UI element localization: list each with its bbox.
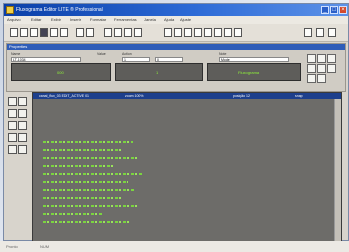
zoom-icon[interactable]: [304, 28, 312, 37]
display-right-text: Fluxograma: [238, 70, 260, 75]
paste-icon[interactable]: [104, 28, 112, 37]
menu-item[interactable]: Ajuste: [180, 17, 191, 22]
display-right: Fluxograma: [207, 63, 301, 81]
link-tool-icon[interactable]: [18, 121, 27, 130]
status-right: NUM: [40, 244, 50, 249]
title-bar: Fluxograma Editor LITE ® Professional _ …: [4, 4, 348, 16]
image-icon[interactable]: [204, 28, 212, 37]
box-tool-icon[interactable]: [8, 133, 17, 142]
minimize-icon[interactable]: _: [321, 6, 329, 14]
new-file-icon[interactable]: [10, 28, 18, 37]
diagram-trace: [43, 149, 123, 151]
field-label: Note: [219, 52, 227, 56]
diagram-trace: [43, 197, 121, 199]
table-icon[interactable]: [124, 28, 132, 37]
canvas-header-item: zoom 100%: [125, 94, 144, 98]
flow-icon[interactable]: [224, 28, 232, 37]
chart-icon[interactable]: [234, 28, 242, 37]
canvas-header-item: posição 12: [233, 94, 250, 98]
menu-item[interactable]: Arquivo: [7, 17, 21, 22]
field-label: Action: [122, 52, 132, 56]
group-icon[interactable]: [194, 28, 202, 37]
diagram-trace: [43, 165, 113, 167]
menu-item[interactable]: Inserir: [70, 17, 81, 22]
window-icon[interactable]: [60, 28, 68, 37]
cut-icon[interactable]: [76, 28, 84, 37]
draw-tool-icon[interactable]: [8, 109, 17, 118]
fill-icon[interactable]: [307, 74, 316, 83]
eraser-icon[interactable]: [317, 74, 326, 83]
value-field[interactable]: 1: [122, 57, 150, 62]
field-label: Value: [97, 52, 106, 56]
diagram-trace: [43, 189, 135, 191]
move-tool-icon[interactable]: [18, 97, 27, 106]
display-left-text: 000: [57, 70, 64, 75]
grid-icon[interactable]: [50, 28, 58, 37]
menu-bar: Arquivo Editar Exibir Inserir Formatar F…: [4, 16, 348, 24]
canvas-header-item: snap: [295, 94, 303, 98]
print-icon[interactable]: [40, 28, 48, 37]
status-left: Pronto: [6, 244, 18, 249]
layers-icon[interactable]: [114, 28, 122, 37]
canvas-header-item: canal_flux_03 EDIT_ACTIVE 01: [39, 94, 89, 98]
connector-icon[interactable]: [327, 64, 336, 73]
ellipse-icon[interactable]: [307, 64, 316, 73]
open-file-icon[interactable]: [20, 28, 28, 37]
menu-item[interactable]: Formatar: [90, 17, 106, 22]
diagram-trace: [43, 205, 139, 207]
menu-item[interactable]: Ferramentas: [114, 17, 137, 22]
status-bar: Pronto NUM: [0, 241, 349, 252]
panel-title: Properties: [7, 44, 345, 50]
align-icon[interactable]: [184, 28, 192, 37]
save-icon[interactable]: [30, 28, 38, 37]
diagram-trace: [43, 181, 128, 183]
zoom-in-tool-icon[interactable]: [8, 145, 17, 154]
field-label: Name: [11, 52, 21, 56]
link-icon[interactable]: [164, 28, 172, 37]
vertical-scrollbar[interactable]: [334, 99, 341, 244]
diagram-trace: [43, 221, 131, 223]
rect-icon[interactable]: [327, 54, 336, 63]
delete-icon[interactable]: [134, 28, 142, 37]
display-middle: 1: [115, 63, 203, 81]
line-icon[interactable]: [317, 54, 326, 63]
diagram-trace: [43, 213, 103, 215]
app-window: Fluxograma Editor LITE ® Professional _ …: [3, 3, 349, 245]
window-title: Fluxograma Editor LITE ® Professional: [16, 7, 103, 13]
menu-item[interactable]: Janela: [144, 17, 156, 22]
copy-icon[interactable]: [86, 28, 94, 37]
left-toolbox: [6, 95, 29, 225]
menu-item[interactable]: Ajuda: [164, 17, 174, 22]
maximize-icon[interactable]: □: [330, 6, 338, 14]
display-left: 000: [11, 63, 111, 81]
shape-icon[interactable]: [214, 28, 222, 37]
menu-item[interactable]: Editar: [31, 17, 41, 22]
zoom-out-tool-icon[interactable]: [18, 145, 27, 154]
diagram-trace: [43, 141, 133, 143]
decision-tool-icon[interactable]: [18, 133, 27, 142]
display-middle-text: 1: [156, 70, 159, 75]
text-icon[interactable]: [174, 28, 182, 37]
name-field[interactable]: LT-1034: [11, 57, 81, 62]
app-icon: [6, 6, 14, 14]
main-toolbar: [4, 24, 348, 42]
pointer-icon[interactable]: [307, 54, 316, 63]
mode-field[interactable]: Mode: [219, 57, 289, 62]
drawing-canvas[interactable]: canal_flux_03 EDIT_ACTIVE 01 zoom 100% p…: [32, 92, 342, 245]
select-tool-icon[interactable]: [8, 97, 17, 106]
diagram-trace: [43, 157, 138, 159]
close-icon[interactable]: ×: [339, 6, 347, 14]
help-icon[interactable]: [328, 28, 336, 37]
arrow-icon[interactable]: [317, 64, 326, 73]
node-tool-icon[interactable]: [8, 121, 17, 130]
diagram-trace: [43, 173, 143, 175]
text-tool-icon[interactable]: [18, 109, 27, 118]
menu-item[interactable]: Exibir: [51, 17, 61, 22]
properties-panel: Properties Name Value Action Note LT-103…: [6, 43, 346, 92]
settings-icon[interactable]: [316, 28, 324, 37]
canvas-header: canal_flux_03 EDIT_ACTIVE 01 zoom 100% p…: [33, 93, 341, 99]
action-field[interactable]: 0: [155, 57, 183, 62]
